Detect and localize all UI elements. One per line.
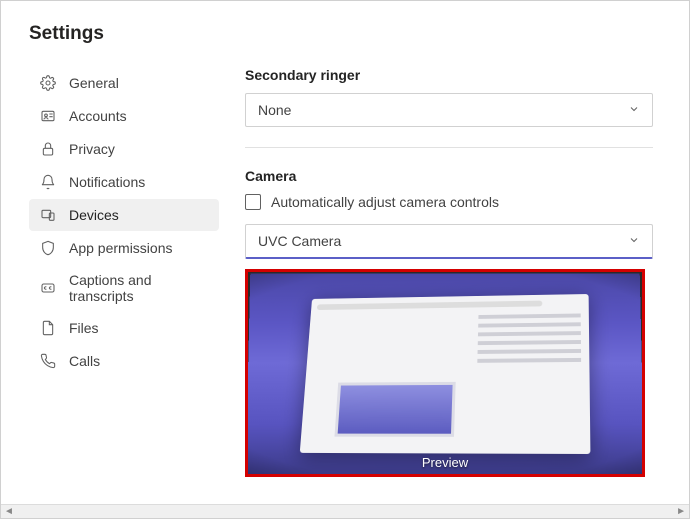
sidebar-item-label: App permissions (69, 240, 173, 256)
shield-icon (39, 239, 57, 257)
auto-adjust-checkbox[interactable]: Automatically adjust camera controls (245, 194, 653, 210)
bell-icon (39, 173, 57, 191)
sidebar-item-app-permissions[interactable]: App permissions (29, 232, 219, 264)
sidebar-item-calls[interactable]: Calls (29, 345, 219, 377)
auto-adjust-label: Automatically adjust camera controls (271, 194, 499, 210)
camera-preview: Preview (245, 269, 645, 477)
gear-icon (39, 74, 57, 92)
sidebar-item-label: Accounts (69, 108, 127, 124)
sidebar-item-label: Devices (69, 207, 119, 223)
sidebar-item-files[interactable]: Files (29, 312, 219, 344)
sidebar-item-notifications[interactable]: Notifications (29, 166, 219, 198)
scroll-right-arrow[interactable]: ► (676, 506, 686, 517)
phone-icon (39, 352, 57, 370)
id-card-icon (39, 107, 57, 125)
file-icon (39, 319, 57, 337)
captions-icon (39, 279, 57, 297)
sidebar-item-privacy[interactable]: Privacy (29, 133, 219, 165)
sidebar-item-label: Files (69, 320, 99, 336)
camera-preview-feed (246, 273, 645, 475)
sidebar-item-general[interactable]: General (29, 67, 219, 99)
secondary-ringer-label: Secondary ringer (245, 67, 653, 83)
sidebar-item-devices[interactable]: Devices (29, 199, 219, 231)
camera-label: Camera (245, 168, 653, 184)
chevron-down-icon (628, 102, 640, 118)
sidebar-item-label: Privacy (69, 141, 115, 157)
horizontal-scrollbar[interactable]: ◄ ► (1, 504, 689, 518)
scroll-left-arrow[interactable]: ◄ (4, 506, 14, 517)
camera-select[interactable]: UVC Camera (245, 224, 653, 259)
section-divider (245, 147, 653, 148)
sidebar-item-accounts[interactable]: Accounts (29, 100, 219, 132)
checkbox-box (245, 194, 261, 210)
devices-icon (39, 206, 57, 224)
sidebar-item-label: Notifications (69, 174, 145, 190)
sidebar-item-label: Calls (69, 353, 100, 369)
secondary-ringer-value: None (258, 102, 291, 118)
camera-select-value: UVC Camera (258, 233, 341, 249)
sidebar-item-label: General (69, 75, 119, 91)
camera-preview-label: Preview (248, 455, 642, 470)
page-title: Settings (29, 23, 661, 45)
chevron-down-icon (628, 233, 640, 249)
sidebar-item-label: Captions and transcripts (69, 272, 209, 304)
settings-sidebar: General Accounts Privacy Notifications (29, 67, 219, 477)
lock-icon (39, 140, 57, 158)
sidebar-item-captions[interactable]: Captions and transcripts (29, 265, 219, 311)
secondary-ringer-select[interactable]: None (245, 93, 653, 127)
settings-main: Secondary ringer None Camera Automatical… (245, 67, 661, 477)
